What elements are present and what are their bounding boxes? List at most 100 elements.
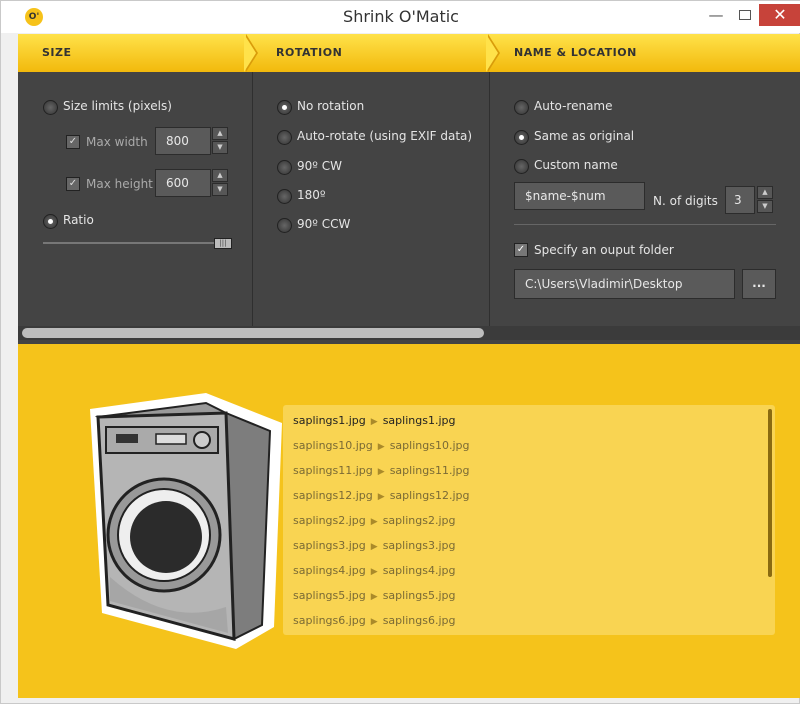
arrow-right-icon: ▶ xyxy=(370,542,378,552)
name-option-label: Auto-rename xyxy=(534,99,613,113)
file-source-name: saplings5.jpg xyxy=(293,589,366,602)
arrow-right-icon: ▶ xyxy=(377,467,385,477)
panel-divider xyxy=(514,224,776,225)
file-list-scrollbar[interactable] xyxy=(768,409,772,577)
output-folder-checkbox[interactable]: ✓ xyxy=(514,243,528,257)
arrow-right-icon: ▶ xyxy=(370,592,378,602)
file-list-item[interactable]: saplings3.jpg ▶ saplings3.jpg xyxy=(293,539,455,552)
digits-label: N. of digits xyxy=(653,194,718,208)
custom-name-radio[interactable] xyxy=(514,159,529,174)
ratio-slider-thumb[interactable]: ||| xyxy=(214,238,232,249)
file-list-item[interactable]: saplings11.jpg ▶ saplings11.jpg xyxy=(293,464,469,477)
arrow-right-icon: ▶ xyxy=(370,567,378,577)
section-divider-arrow xyxy=(486,34,498,72)
file-source-name: saplings2.jpg xyxy=(293,514,366,527)
rotation-radio-180[interactable] xyxy=(277,189,292,204)
title-bar: O' Shrink O'Matic — ✕ xyxy=(1,1,800,33)
maximize-icon xyxy=(739,10,751,20)
file-source-name: saplings6.jpg xyxy=(293,614,366,627)
rotation-panel: No rotation Auto-rotate (using EXIF data… xyxy=(253,72,490,328)
rotation-option-label: 180º xyxy=(297,188,326,202)
file-list-item[interactable]: saplings4.jpg ▶ saplings4.jpg xyxy=(293,564,455,577)
close-button[interactable]: ✕ xyxy=(759,4,800,26)
file-list[interactable]: saplings1.jpg ▶ saplings1.jpg saplings10.j… xyxy=(283,405,775,635)
arrow-right-icon: ▶ xyxy=(370,417,378,427)
file-source-name: saplings11.jpg xyxy=(293,464,373,477)
section-divider-arrow xyxy=(244,34,256,72)
browse-folder-button[interactable]: ... xyxy=(742,269,776,299)
rotation-radio-auto[interactable] xyxy=(277,130,292,145)
file-output-name: saplings6.jpg xyxy=(382,614,456,627)
stepper-up-icon[interactable]: ▲ xyxy=(212,169,228,182)
name-option-label: Custom name xyxy=(534,158,618,172)
file-output-name: saplings5.jpg xyxy=(382,589,456,602)
file-output-name: saplings12.jpg xyxy=(389,489,470,502)
max-height-checkbox[interactable]: ✓ xyxy=(66,177,80,191)
horizontal-scrollbar-thumb[interactable] xyxy=(22,328,484,338)
name-option-label: Same as original xyxy=(534,129,635,143)
max-height-input[interactable]: 600 xyxy=(155,169,211,197)
file-list-item[interactable]: saplings1.jpg ▶ saplings1.jpg xyxy=(293,414,455,427)
ratio-radio[interactable] xyxy=(43,214,58,229)
file-output-name: saplings3.jpg xyxy=(382,539,456,552)
maximize-button[interactable] xyxy=(730,4,760,26)
file-output-name: saplings4.jpg xyxy=(382,564,456,577)
output-folder-label: Specify an ouput folder xyxy=(534,243,674,257)
rotation-option-label: No rotation xyxy=(297,99,365,113)
size-limits-label: Size limits (pixels) xyxy=(63,99,172,113)
minimize-button[interactable]: — xyxy=(701,4,731,26)
max-height-stepper[interactable]: ▲ ▼ xyxy=(212,169,228,197)
main-content: SIZE ROTATION NAME & LOCATION Size limit… xyxy=(18,34,800,698)
section-headers: SIZE ROTATION NAME & LOCATION xyxy=(18,34,800,72)
file-source-name: saplings4.jpg xyxy=(293,564,366,577)
section-size-header: SIZE xyxy=(42,46,72,59)
stepper-up-icon[interactable]: ▲ xyxy=(212,127,228,140)
stepper-down-icon[interactable]: ▼ xyxy=(757,200,773,213)
file-list-item[interactable]: saplings6.jpg ▶ saplings6.jpg xyxy=(293,614,455,627)
rotation-option-label: 90º CCW xyxy=(297,217,351,231)
washing-machine-icon xyxy=(90,393,282,649)
max-width-input[interactable]: 800 xyxy=(155,127,211,155)
arrow-right-icon: ▶ xyxy=(370,617,378,627)
file-list-item[interactable]: saplings10.jpg ▶ saplings10.jpg xyxy=(293,439,469,452)
section-name-location-header: NAME & LOCATION xyxy=(514,46,637,59)
stepper-up-icon[interactable]: ▲ xyxy=(757,186,773,199)
size-limits-radio[interactable] xyxy=(43,100,58,115)
same-as-original-radio[interactable] xyxy=(514,130,529,145)
file-output-name: saplings2.jpg xyxy=(382,514,456,527)
file-source-name: saplings1.jpg xyxy=(293,414,366,427)
digits-stepper[interactable]: ▲ ▼ xyxy=(757,186,773,214)
arrow-right-icon: ▶ xyxy=(377,442,385,452)
max-width-checkbox[interactable]: ✓ xyxy=(66,135,80,149)
max-width-stepper[interactable]: ▲ ▼ xyxy=(212,127,228,155)
rotation-option-label: Auto-rotate (using EXIF data) xyxy=(297,129,473,143)
rotation-radio-none[interactable] xyxy=(277,100,292,115)
file-output-name: saplings1.jpg xyxy=(382,414,456,427)
file-source-name: saplings10.jpg xyxy=(293,439,373,452)
max-height-label: Max height xyxy=(86,177,153,191)
window-title: Shrink O'Matic xyxy=(343,7,459,26)
folder-path-input[interactable]: C:\Users\Vladimir\Desktop xyxy=(514,269,735,299)
file-output-name: saplings11.jpg xyxy=(389,464,470,477)
file-list-item[interactable]: saplings5.jpg ▶ saplings5.jpg xyxy=(293,589,455,602)
ratio-slider-track[interactable] xyxy=(43,242,231,244)
size-panel: Size limits (pixels) ✓ Max width 800 ▲ ▼… xyxy=(18,72,253,328)
file-source-name: saplings3.jpg xyxy=(293,539,366,552)
arrow-right-icon: ▶ xyxy=(377,492,385,502)
app-window: O' Shrink O'Matic — ✕ SIZE ROTATION NAME… xyxy=(0,0,800,704)
stepper-down-icon[interactable]: ▼ xyxy=(212,183,228,196)
auto-rename-radio[interactable] xyxy=(514,100,529,115)
ratio-label: Ratio xyxy=(63,213,94,227)
max-width-label: Max width xyxy=(86,135,148,149)
file-list-item[interactable]: saplings2.jpg ▶ saplings2.jpg xyxy=(293,514,455,527)
custom-name-input[interactable]: $name-$num xyxy=(514,182,645,210)
stepper-down-icon[interactable]: ▼ xyxy=(212,141,228,154)
rotation-radio-90ccw[interactable] xyxy=(277,218,292,233)
file-list-item[interactable]: saplings12.jpg ▶ saplings12.jpg xyxy=(293,489,469,502)
file-source-name: saplings12.jpg xyxy=(293,489,373,502)
rotation-radio-90cw[interactable] xyxy=(277,160,292,175)
arrow-right-icon: ▶ xyxy=(370,517,378,527)
digits-input[interactable]: 3 xyxy=(725,186,755,214)
name-location-panel: Auto-rename Same as original Custom name… xyxy=(490,72,800,328)
section-rotation-header: ROTATION xyxy=(276,46,343,59)
